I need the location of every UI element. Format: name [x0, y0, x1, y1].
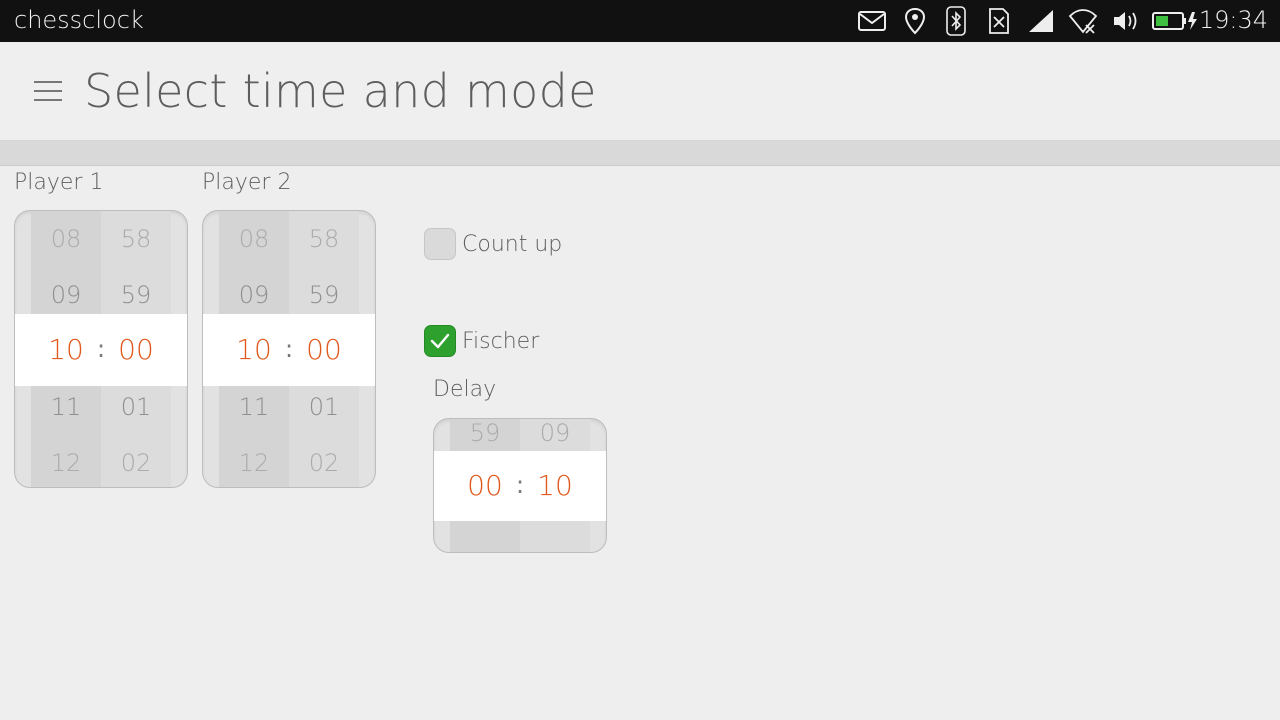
picker-value: 01 — [120, 393, 152, 421]
picker-value: 09 — [238, 281, 270, 309]
picker-value: 11 — [50, 393, 82, 421]
app-name: chessclock — [14, 6, 144, 34]
selected-seconds: 10 — [537, 469, 573, 502]
signal-icon — [1028, 9, 1054, 37]
count-up-checkbox[interactable] — [424, 228, 456, 260]
picker-value: 59 — [469, 419, 501, 447]
player1-time-picker[interactable]: 08 58 09 59 10 : 00 11 01 12 02 — [14, 210, 188, 488]
picker-value: 09 — [539, 419, 571, 447]
picker-value: 02 — [120, 449, 152, 477]
fischer-checkbox[interactable] — [424, 325, 456, 357]
page-title: Select time and mode — [84, 64, 597, 118]
checkmark-icon — [430, 333, 450, 349]
selected-seconds: 00 — [306, 333, 342, 366]
sim-icon — [988, 7, 1010, 39]
selected-minutes: 00 — [467, 469, 503, 502]
volume-icon — [1112, 10, 1140, 36]
picker-value: 02 — [308, 449, 340, 477]
status-bar: chessclock 19:34 — [0, 0, 1280, 42]
picker-value: 12 — [50, 449, 82, 477]
selected-minutes: 10 — [48, 333, 84, 366]
player2-label: Player 2 — [202, 170, 292, 195]
picker-value: 59 — [308, 281, 340, 309]
status-clock: 19:34 — [1198, 6, 1268, 34]
mail-icon — [858, 11, 886, 35]
battery-icon — [1152, 11, 1198, 35]
selected-seconds: 00 — [118, 333, 154, 366]
selected-minutes: 10 — [236, 333, 272, 366]
delay-label: Delay — [433, 377, 497, 402]
picker-value: 58 — [308, 225, 340, 253]
bluetooth-icon — [946, 6, 966, 40]
picker-value: 58 — [120, 225, 152, 253]
picker-value: 59 — [120, 281, 152, 309]
page-header: Select time and mode — [0, 42, 1280, 141]
location-icon — [904, 7, 926, 39]
player1-label: Player 1 — [14, 170, 104, 195]
picker-value: 09 — [50, 281, 82, 309]
picker-value: 08 — [238, 225, 270, 253]
picker-value: 01 — [308, 393, 340, 421]
count-up-label[interactable]: Count up — [462, 232, 562, 257]
picker-value: 11 — [238, 393, 270, 421]
picker-value: 08 — [50, 225, 82, 253]
picker-value: 12 — [238, 449, 270, 477]
header-divider — [0, 141, 1280, 166]
wifi-icon — [1068, 8, 1098, 38]
hamburger-icon[interactable] — [34, 79, 64, 103]
player2-time-picker[interactable]: 08 58 09 59 10 : 00 11 01 12 02 — [202, 210, 376, 488]
delay-time-picker[interactable]: 59 09 00 : 10 — [433, 418, 607, 553]
fischer-label[interactable]: Fischer — [462, 329, 539, 354]
